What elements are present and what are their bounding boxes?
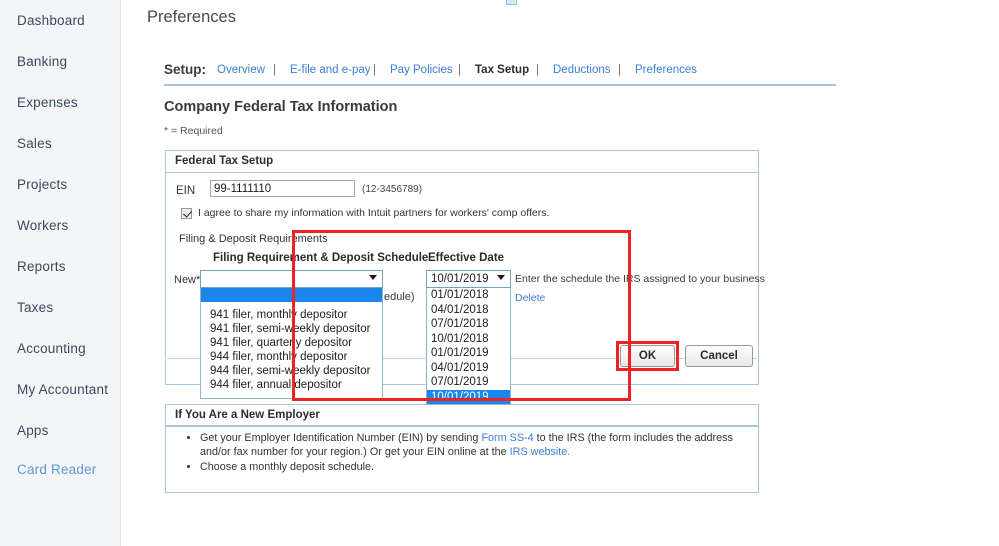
new-employer-panel: If You Are a New Employer Get your Emplo…	[165, 404, 759, 493]
sidebar-item-banking[interactable]: Banking	[17, 54, 67, 69]
tab-separator: |	[273, 64, 276, 76]
irs-website-link[interactable]: IRS website.	[510, 446, 571, 458]
form-ss4-link[interactable]: Form SS-4	[481, 432, 533, 444]
chevron-down-icon	[369, 275, 377, 280]
filing-deposit-requirements-block: Filing & Deposit Requirements Filing Req…	[170, 231, 765, 405]
required-note: * = Required	[164, 125, 223, 137]
federal-tax-setup-header: Federal Tax Setup	[166, 151, 758, 173]
date-option-07-01-2018[interactable]: 07/01/2018	[427, 317, 510, 332]
tab-preferences[interactable]: Preferences	[635, 64, 697, 76]
app-root: Dashboard Banking Expenses Sales Project…	[0, 0, 999, 546]
window-nub-icon	[506, 0, 517, 5]
tab-overview[interactable]: Overview	[217, 64, 265, 76]
list-item: Choose a monthly deposit schedule.	[200, 460, 744, 474]
setup-nav-bar: Setup: Overview | E-file and e-pay | Pay…	[164, 60, 836, 86]
date-option-04-01-2018[interactable]: 04/01/2018	[427, 303, 510, 318]
tab-separator: |	[373, 64, 376, 76]
sidebar-item-projects[interactable]: Projects	[17, 177, 67, 192]
intuit-partners-consent-row[interactable]: I agree to share my information with Int…	[181, 207, 549, 219]
sidebar-item-expenses[interactable]: Expenses	[17, 95, 78, 110]
date-option-01-01-2019[interactable]: 01/01/2019	[427, 346, 510, 361]
ok-button[interactable]: OK	[620, 345, 675, 367]
date-option-07-01-2019[interactable]: 07/01/2019	[427, 375, 510, 390]
column-header-effective-date: Effective Date	[428, 252, 505, 264]
date-option-01-01-2018[interactable]: 01/01/2018	[427, 288, 510, 303]
filing-option-944-monthly[interactable]: 944 filer, monthly depositor	[201, 350, 382, 364]
new-employer-instructions-list: Get your Employer Identification Number …	[184, 431, 744, 475]
filing-option-944-semiweekly[interactable]: 944 filer, semi-weekly depositor	[201, 364, 382, 378]
agree-checkbox-label: I agree to share my information with Int…	[198, 207, 550, 219]
cancel-button[interactable]: Cancel	[685, 345, 753, 367]
effective-date-value: 10/01/2019	[431, 273, 489, 285]
sidebar-item-card-reader[interactable]: Card Reader	[17, 462, 97, 477]
ein-input[interactable]	[210, 180, 355, 197]
filing-requirement-select[interactable]	[200, 270, 383, 288]
new-row-label: New*	[174, 274, 201, 286]
filing-option-941-semiweekly[interactable]: 941 filer, semi-weekly depositor	[201, 322, 382, 336]
section-title: Company Federal Tax Information	[164, 99, 398, 115]
filing-deposit-title: Filing & Deposit Requirements	[179, 233, 328, 245]
ein-label: EIN	[176, 185, 196, 197]
date-option-10-01-2018[interactable]: 10/01/2018	[427, 332, 510, 347]
sidebar-item-apps[interactable]: Apps	[17, 423, 49, 438]
sidebar-item-dashboard[interactable]: Dashboard	[17, 13, 85, 28]
federal-tax-setup-title: Federal Tax Setup	[175, 155, 274, 167]
filing-option-941-monthly[interactable]: 941 filer, monthly depositor	[201, 308, 382, 322]
sidebar: Dashboard Banking Expenses Sales Project…	[0, 0, 121, 546]
filing-option-spacer	[201, 392, 382, 398]
chevron-down-icon	[497, 275, 505, 280]
new-employer-title: If You Are a New Employer	[175, 409, 320, 421]
tab-deductions[interactable]: Deductions	[553, 64, 611, 76]
tab-tax-setup[interactable]: Tax Setup	[475, 64, 529, 76]
date-option-10-01-2019[interactable]: 10/01/2019	[427, 389, 510, 404]
sidebar-item-reports[interactable]: Reports	[17, 259, 66, 274]
sidebar-item-workers[interactable]: Workers	[17, 218, 68, 233]
effective-date-option-list[interactable]: 01/01/2018 04/01/2018 07/01/2018 10/01/2…	[426, 288, 511, 405]
tab-separator: |	[536, 64, 539, 76]
sidebar-item-sales[interactable]: Sales	[17, 136, 52, 151]
page-title: Preferences	[147, 8, 236, 26]
delete-link[interactable]: Delete	[515, 292, 545, 304]
ein-instruction-part-1: Get your Employer Identification Number …	[200, 432, 482, 444]
tab-separator: |	[618, 64, 621, 76]
filing-option-944-annual[interactable]: 944 filer, annual depositor	[201, 378, 382, 392]
setup-nav-label: Setup:	[164, 62, 206, 77]
main-content: Preferences Setup: Overview | E-file and…	[121, 0, 999, 546]
ein-format-hint: (12-3456789)	[362, 184, 423, 195]
tab-separator: |	[458, 64, 461, 76]
sidebar-item-my-accountant[interactable]: My Accountant	[17, 382, 108, 397]
filing-option-941-quarterly[interactable]: 941 filer, quarterly depositor	[201, 336, 382, 350]
date-option-04-01-2019[interactable]: 04/01/2019	[427, 361, 510, 376]
filing-option-blank[interactable]	[201, 288, 382, 302]
sidebar-item-taxes[interactable]: Taxes	[17, 300, 53, 315]
new-employer-header: If You Are a New Employer	[166, 405, 758, 427]
sidebar-item-accounting[interactable]: Accounting	[17, 341, 86, 356]
tab-efile-and-epay[interactable]: E-file and e-pay	[290, 64, 371, 76]
effective-date-select[interactable]: 10/01/2019	[426, 270, 511, 288]
column-header-filing-requirement: Filing Requirement & Deposit Schedule	[213, 252, 429, 264]
schedule-helper-text: Enter the schedule the IRS assigned to y…	[515, 273, 765, 285]
filing-requirement-option-list[interactable]: 941 filer, monthly depositor 941 filer, …	[200, 288, 383, 399]
agree-checkbox[interactable]	[181, 207, 192, 219]
tab-pay-policies[interactable]: Pay Policies	[390, 64, 453, 76]
list-item: Get your Employer Identification Number …	[200, 431, 744, 459]
obscured-schedule-text: edule)	[384, 291, 415, 303]
